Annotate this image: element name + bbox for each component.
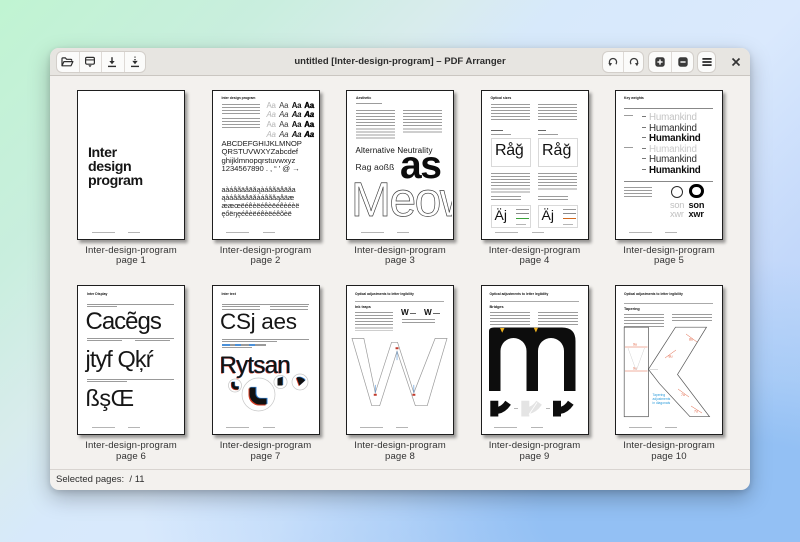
svg-text:9u: 9u — [633, 342, 637, 346]
svg-text:7u: 7u — [681, 393, 685, 397]
svg-text:Meow: Meow — [351, 175, 452, 225]
svg-text:7u: 7u — [694, 409, 698, 413]
svg-text:8u: 8u — [689, 337, 693, 341]
svg-text:8u: 8u — [669, 354, 673, 358]
svg-text:in diagonals: in diagonals — [653, 401, 671, 405]
